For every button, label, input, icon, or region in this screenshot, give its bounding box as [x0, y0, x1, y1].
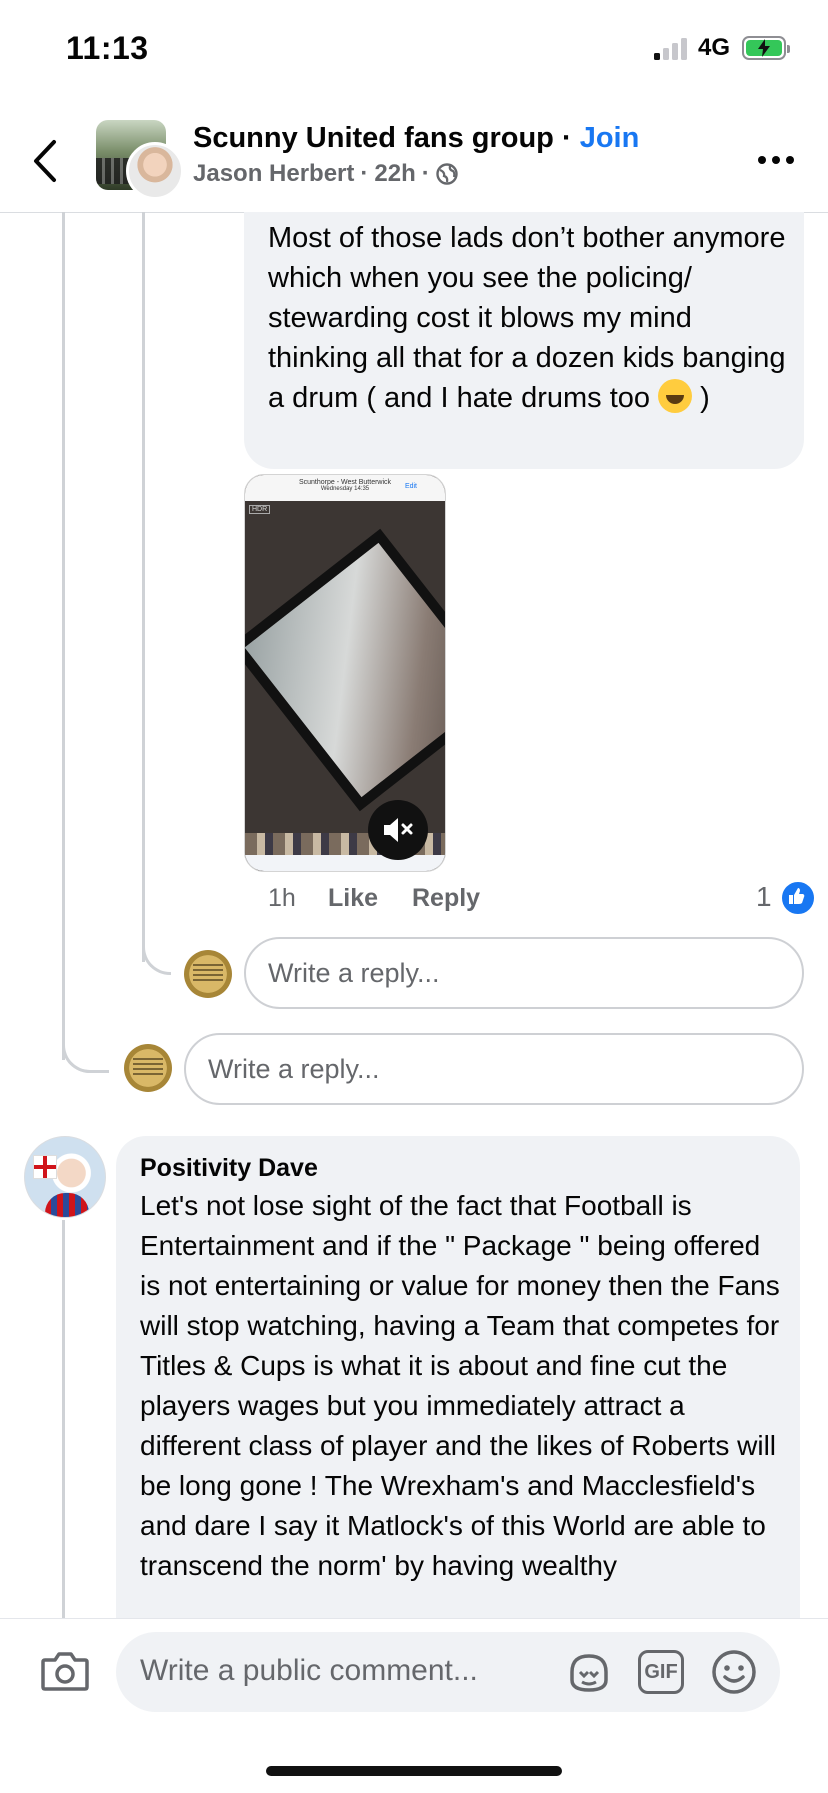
reply-input-placeholder: Write a reply... — [208, 1053, 380, 1084]
join-button[interactable]: Join — [580, 122, 640, 154]
gif-button[interactable]: GIF — [638, 1650, 684, 1694]
video-frame — [245, 528, 445, 812]
network-type: 4G — [698, 34, 731, 61]
commenter-avatar[interactable] — [24, 1136, 106, 1218]
title-separator: · — [553, 122, 580, 154]
comment-text: Let's not lose sight of the fact that Fo… — [140, 1190, 780, 1581]
user-avatar — [184, 950, 232, 998]
globe-icon — [436, 163, 458, 185]
reply-input[interactable]: Write a reply... — [244, 937, 804, 1009]
like-button[interactable]: Like — [328, 884, 378, 913]
avatar-sticker-icon — [570, 1654, 608, 1692]
mute-button[interactable] — [368, 800, 428, 860]
thread-line — [62, 212, 65, 1060]
commenter-name[interactable]: Positivity Dave — [140, 1154, 318, 1183]
smiley-icon — [712, 1650, 756, 1694]
subtitle-dot: · — [421, 160, 430, 187]
public-comment-placeholder: Write a public comment... — [140, 1654, 478, 1687]
camera-button[interactable] — [40, 1650, 90, 1692]
reply-input[interactable]: Write a reply... — [184, 1033, 804, 1105]
camera-icon — [41, 1652, 89, 1691]
like-reaction-icon — [780, 880, 816, 916]
back-button[interactable] — [30, 138, 60, 184]
signal-strength-icon — [654, 38, 688, 60]
emoji-button[interactable] — [710, 1648, 758, 1696]
thread-connector — [62, 1030, 109, 1073]
user-avatar — [124, 1044, 172, 1092]
post-subtitle: Jason Herbert · 22h · — [193, 160, 458, 188]
post-time[interactable]: 22h — [374, 160, 415, 188]
video-topbar: Scunthorpe - West Butterwick Wednesday 1… — [245, 475, 445, 501]
reaction-count[interactable]: 1 — [756, 881, 772, 913]
reply-comment-text: Most of those lads don’t bother anymore … — [268, 218, 788, 418]
author-avatar[interactable] — [126, 142, 184, 200]
home-indicator[interactable] — [266, 1766, 562, 1776]
author-name-link[interactable]: Jason Herbert — [193, 160, 354, 188]
video-edit-label: Edit — [404, 483, 417, 490]
thread-line — [62, 1220, 65, 1618]
reply-button[interactable]: Reply — [412, 884, 480, 913]
reply-time: 1h — [268, 884, 296, 912]
subtitle-dot: · — [360, 160, 369, 187]
reply-text-end: ) — [692, 382, 710, 414]
battery-charging-icon — [742, 36, 790, 60]
thread-connector — [142, 932, 171, 975]
avatar-sticker-button[interactable] — [566, 1650, 612, 1696]
more-options-button[interactable] — [758, 152, 798, 168]
speaker-muted-icon — [384, 818, 413, 842]
reply-input-placeholder: Write a reply... — [268, 957, 440, 988]
status-time: 11:13 — [66, 30, 149, 66]
laughing-emoji-icon — [658, 379, 693, 413]
hdr-badge: HDR — [249, 505, 271, 514]
group-name-link[interactable]: Scunny United fans group — [193, 122, 554, 154]
thread-line — [142, 212, 145, 962]
chevron-left-icon — [34, 140, 56, 182]
post-title: Scunny United fans group · Join — [193, 122, 639, 155]
